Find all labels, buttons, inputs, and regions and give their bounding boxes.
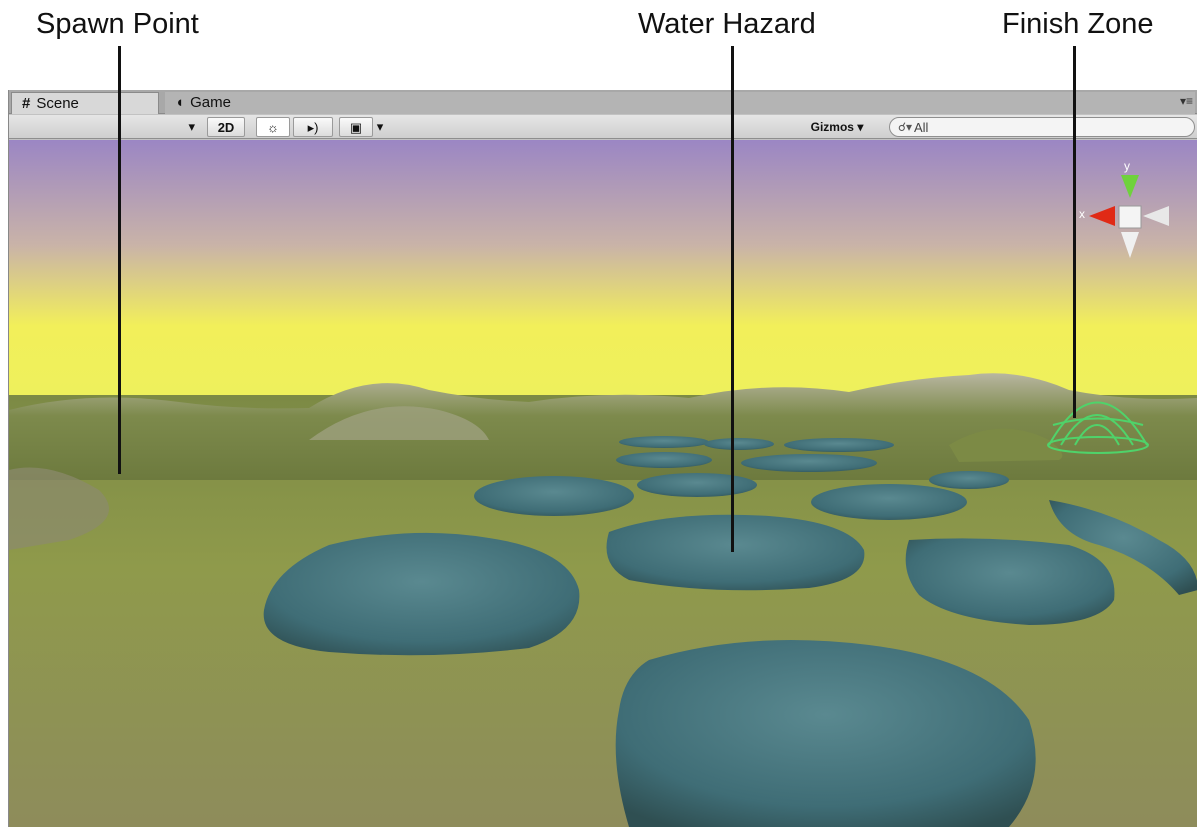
water-pond [811, 484, 967, 520]
gizmo-x-label: x [1079, 207, 1085, 221]
tab-scene[interactable]: # Scene [11, 92, 159, 114]
gizmo-y-label: y [1124, 159, 1130, 173]
draw-mode-dropdown[interactable]: ▾ [9, 117, 199, 137]
leader-line-finish [1073, 46, 1076, 418]
tab-game[interactable]: ◖ Game [165, 92, 1195, 114]
2d-mode-button[interactable]: 2D [207, 117, 245, 137]
audio-toggle[interactable]: ▸) [293, 117, 333, 137]
hierarchy-search[interactable]: ☌▾ [889, 117, 1195, 137]
water-pond [929, 471, 1009, 489]
gizmos-dropdown[interactable]: Gizmos ▾ [797, 117, 877, 137]
water-pond [704, 438, 774, 450]
pacman-icon: ◖ [175, 94, 185, 111]
unity-editor-window: # Scene ◖ Game ▾≡ ▾ 2D ☼ ▸) ▣ ▾ Gizmos ▾ ☌… [8, 90, 1197, 827]
tab-menu-icon[interactable]: ▾≡ [1180, 94, 1193, 108]
water-pond [619, 436, 709, 448]
water-pond [741, 454, 877, 472]
image-icon: ▣ [349, 120, 363, 135]
water-pond [784, 438, 894, 452]
scene-toolbar: ▾ 2D ☼ ▸) ▣ ▾ Gizmos ▾ ☌▾ [9, 115, 1197, 139]
leader-line-water [731, 46, 734, 552]
chevron-down-icon: ▾ [857, 120, 864, 134]
lighting-toggle[interactable]: ☼ [256, 117, 290, 137]
scene-render: y x [9, 140, 1197, 827]
callout-spawn-point: Spawn Point [36, 8, 199, 40]
tab-game-label: Game [190, 94, 231, 111]
chevron-down-icon: ▾ [188, 119, 195, 134]
water-pond [616, 452, 712, 468]
effects-toggle[interactable]: ▣ [339, 117, 373, 137]
tab-scene-label: Scene [36, 95, 79, 112]
water-pond [637, 473, 757, 497]
gizmo-center-cube[interactable] [1118, 205, 1142, 229]
water-pond [474, 476, 634, 516]
speaker-icon: ▸) [307, 120, 319, 135]
water-pond-center [606, 514, 865, 591]
gizmos-label: Gizmos [810, 120, 854, 134]
tab-bar: # Scene ◖ Game ▾≡ [9, 90, 1197, 114]
chevron-down-icon: ▾ [376, 119, 384, 134]
grid-icon: # [22, 95, 31, 112]
scene-viewport[interactable]: y x [9, 140, 1197, 827]
search-input[interactable] [914, 119, 1184, 135]
callout-finish-zone: Finish Zone [1002, 8, 1154, 40]
effects-dropdown[interactable]: ▾ [373, 117, 387, 137]
sun-icon: ☼ [267, 120, 279, 135]
callout-water-hazard: Water Hazard [638, 8, 816, 40]
leader-line-spawn [118, 46, 121, 474]
magnifier-icon: ☌▾ [898, 120, 913, 134]
